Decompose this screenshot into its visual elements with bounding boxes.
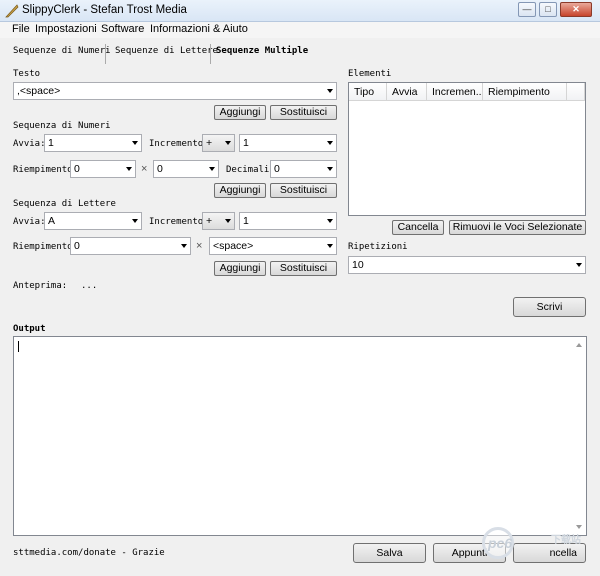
menu-file[interactable]: File: [12, 23, 30, 35]
lettere-riempimento-label: Riempimento:: [13, 242, 79, 252]
scrivi-button[interactable]: Scrivi: [513, 297, 586, 317]
donate-link[interactable]: sttmedia.com/donate - Grazie: [13, 548, 165, 558]
lettere-avvia-label: Avvia:: [13, 217, 46, 227]
lettere-fill-b-combo[interactable]: <space>: [209, 237, 337, 255]
lettere-incremento-label: Incremento:: [149, 217, 209, 227]
scroll-up-icon[interactable]: [576, 343, 582, 347]
chevron-down-icon: [327, 89, 333, 93]
tab-sequenze-multiple[interactable]: Sequenze Multiple: [216, 46, 308, 62]
window-title: SlippyClerk - Stefan Trost Media: [22, 4, 187, 16]
elementi-list[interactable]: Tipo Avvia Incremen... Riempimento: [348, 82, 586, 216]
numeri-operator-value: +: [206, 137, 213, 149]
lettere-fill-b-value: <space>: [213, 240, 254, 252]
chevron-down-icon: [576, 263, 582, 267]
lettere-avvia-value: A: [48, 215, 56, 227]
chevron-down-icon: [327, 141, 333, 145]
menu-impostazioni[interactable]: Impostazioni: [35, 23, 97, 35]
anteprima-value: ...: [81, 281, 98, 291]
numeri-fill-b-combo[interactable]: 0: [153, 160, 219, 178]
close-window-button[interactable]: ✕: [560, 2, 592, 17]
chevron-down-icon: [225, 141, 231, 145]
watermark-text: 下载站: [551, 535, 581, 546]
chevron-down-icon: [327, 167, 333, 171]
salva-button[interactable]: Salva: [353, 543, 426, 563]
lettere-operator-select[interactable]: +: [202, 212, 235, 230]
menu-software[interactable]: Software: [101, 23, 144, 35]
multiply-sign: ×: [196, 240, 203, 252]
testo-replace-button[interactable]: Sostituisci: [270, 105, 337, 120]
minimize-button[interactable]: —: [518, 2, 536, 17]
remove-selected-button[interactable]: Rimuovi le Voci Selezionate: [449, 220, 586, 235]
title-bar: SlippyClerk - Stefan Trost Media — □ ✕: [0, 0, 600, 22]
numeri-operator-select[interactable]: +: [202, 134, 235, 152]
column-header-incremento[interactable]: Incremen...: [427, 83, 483, 101]
testo-combo[interactable]: ,<space>: [13, 82, 337, 100]
lettere-heading: Sequenza di Lettere: [13, 199, 116, 209]
numeri-avvia-label: Avvia:: [13, 139, 46, 149]
numeri-fill-b-value: 0: [157, 163, 163, 175]
maximize-button[interactable]: □: [539, 2, 557, 17]
menu-bar: File Impostazioni Software Informazioni …: [0, 22, 600, 38]
tab-divider: [105, 44, 106, 64]
numeri-incremento-label: Incremento:: [149, 139, 209, 149]
chevron-down-icon: [225, 219, 231, 223]
chevron-down-icon: [126, 167, 132, 171]
testo-label: Testo: [13, 69, 41, 79]
output-textarea[interactable]: [13, 336, 587, 536]
numeri-incremento-combo[interactable]: 1: [239, 134, 337, 152]
lettere-operator-value: +: [206, 215, 213, 227]
menu-informazioni-aiuto[interactable]: Informazioni & Aiuto: [150, 23, 248, 35]
ripetizioni-combo[interactable]: 10: [348, 256, 586, 274]
testo-add-button[interactable]: Aggiungi: [214, 105, 266, 120]
lettere-incremento-value: 1: [243, 215, 249, 227]
output-label: Output: [13, 324, 46, 334]
chevron-down-icon: [209, 167, 215, 171]
cancella-button[interactable]: Cancella: [392, 220, 444, 235]
lettere-add-button[interactable]: Aggiungi: [214, 261, 266, 276]
numeri-incremento-value: 1: [243, 137, 249, 149]
anteprima-label: Anteprima:: [13, 281, 68, 291]
lettere-fill-a-value: 0: [74, 240, 80, 252]
text-caret: [18, 341, 19, 352]
numeri-replace-button[interactable]: Sostituisci: [270, 183, 337, 198]
numeri-decimali-value: 0: [274, 163, 280, 175]
chevron-down-icon: [181, 244, 187, 248]
tab-sequenze-lettere[interactable]: Sequenze di Lettere: [115, 46, 218, 62]
lettere-avvia-combo[interactable]: A: [44, 212, 142, 230]
numeri-riempimento-label: Riempimento:: [13, 165, 79, 175]
numeri-decimali-combo[interactable]: 0: [270, 160, 337, 178]
numeri-add-button[interactable]: Aggiungi: [214, 183, 266, 198]
chevron-down-icon: [327, 219, 333, 223]
tab-divider: [210, 44, 211, 64]
chevron-down-icon: [327, 244, 333, 248]
lettere-incremento-combo[interactable]: 1: [239, 212, 337, 230]
numeri-fill-a-combo[interactable]: 0: [70, 160, 136, 178]
testo-value: ,<space>: [17, 85, 61, 97]
multiply-sign: ×: [141, 163, 148, 175]
column-header-riempimento[interactable]: Riempimento: [483, 83, 567, 101]
chevron-down-icon: [132, 219, 138, 223]
numeri-avvia-combo[interactable]: 1: [44, 134, 142, 152]
numeri-fill-a-value: 0: [74, 163, 80, 175]
ripetizioni-label: Ripetizioni: [348, 242, 408, 252]
chevron-down-icon: [132, 141, 138, 145]
numeri-avvia-value: 1: [48, 137, 54, 149]
column-header-avvia[interactable]: Avvia: [387, 83, 427, 101]
column-header-tipo[interactable]: Tipo: [349, 83, 387, 101]
app-logo-icon: [5, 4, 19, 18]
numeri-heading: Sequenza di Numeri: [13, 121, 111, 131]
numeri-decimali-label: Decimali:: [226, 165, 275, 175]
scroll-down-icon[interactable]: [576, 525, 582, 529]
ripetizioni-value: 10: [352, 259, 364, 271]
lettere-fill-a-combo[interactable]: 0: [70, 237, 191, 255]
watermark-logo: pc6: [488, 535, 513, 551]
tab-sequenze-numeri[interactable]: Sequenze di Numeri: [13, 46, 111, 62]
column-header-filler: [567, 83, 585, 101]
elementi-label: Elementi: [348, 69, 392, 79]
lettere-replace-button[interactable]: Sostituisci: [270, 261, 337, 276]
cancella-output-button[interactable]: ncella: [513, 543, 586, 563]
